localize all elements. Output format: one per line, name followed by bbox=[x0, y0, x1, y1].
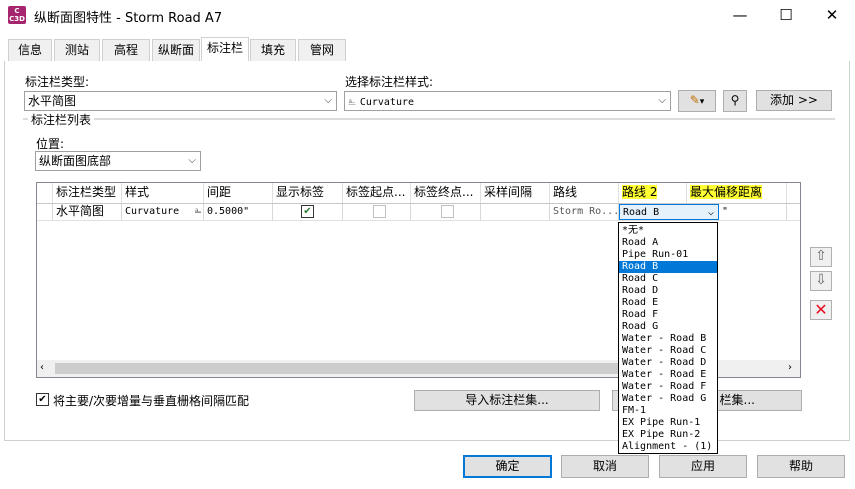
cell-sample[interactable] bbox=[481, 204, 550, 220]
cell-band-type[interactable]: 水平简图 bbox=[53, 204, 122, 220]
import-band-set-button[interactable]: 导入标注栏集... bbox=[414, 390, 600, 411]
dropdown-option[interactable]: Water - Road G bbox=[619, 393, 717, 405]
minimize-button[interactable]: — bbox=[717, 0, 763, 31]
band-style-combo[interactable]: ⎁ Curvature ⌵ bbox=[344, 91, 671, 111]
band-style-label: 选择标注栏样式: bbox=[345, 75, 434, 89]
style-icon: ⎁ bbox=[194, 206, 201, 217]
style-detail-button[interactable]: ⚲ bbox=[723, 90, 747, 112]
dropdown-option[interactable]: FM-1 bbox=[619, 405, 717, 417]
dropdown-option[interactable]: Water - Road D bbox=[619, 357, 717, 369]
cancel-button[interactable]: 取消 bbox=[561, 455, 649, 478]
cell-label-start[interactable] bbox=[343, 204, 411, 220]
dropdown-option[interactable]: Water - Road F bbox=[619, 381, 717, 393]
chevron-down-icon: ⌵ bbox=[188, 155, 196, 166]
location-value: 纵断面图底部 bbox=[39, 154, 112, 168]
dropdown-option[interactable]: Road G bbox=[619, 321, 717, 333]
alignment2-dropdown-list: *无* Road A Pipe Run-01 Road B Road C Roa… bbox=[618, 222, 718, 454]
scroll-left-icon[interactable]: ‹ bbox=[40, 362, 44, 373]
magnifier-pencil-icon: ⚲ bbox=[730, 93, 740, 107]
show-labels-checkbox[interactable]: ✔ bbox=[301, 205, 314, 218]
dropdown-option[interactable]: *无* bbox=[619, 225, 717, 237]
band-type-value: 水平简图 bbox=[28, 94, 77, 108]
close-button[interactable]: ✕ bbox=[809, 0, 855, 31]
tab-elevations[interactable]: 高程 bbox=[102, 39, 150, 62]
dropdown-option[interactable]: Road E bbox=[619, 297, 717, 309]
dropdown-option[interactable]: Water - Road C bbox=[619, 345, 717, 357]
dropdown-option[interactable]: EX Pipe Run-1 bbox=[619, 417, 717, 429]
dropdown-option[interactable]: EX Pipe Run-2 bbox=[619, 429, 717, 441]
grid-header-highlighted[interactable]: 路线 2 bbox=[619, 183, 687, 203]
help-button[interactable]: 帮助 bbox=[757, 455, 845, 478]
chevron-down-icon: ⌵ bbox=[324, 95, 332, 106]
window-title: 纵断面图特性 - Storm Road A7 bbox=[34, 11, 223, 26]
grid-header[interactable]: 样式 bbox=[122, 183, 204, 203]
cell-gap[interactable]: 0.5000" bbox=[204, 204, 273, 220]
grid-header[interactable]: 采样间隔 bbox=[481, 183, 550, 203]
pencil-icon: ✎ bbox=[689, 93, 700, 107]
table-row[interactable]: Curvature ⎁ bbox=[122, 204, 204, 220]
cell-max-offset[interactable]: " bbox=[719, 204, 787, 220]
group-divider bbox=[23, 118, 835, 120]
move-down-icon[interactable]: ⇩ bbox=[810, 271, 832, 291]
app-icon: C C3D bbox=[8, 6, 26, 24]
chevron-down-icon: ⌵ bbox=[658, 95, 666, 106]
cell-alignment[interactable]: Storm Ro... bbox=[550, 204, 619, 220]
label-end-checkbox[interactable] bbox=[441, 205, 454, 218]
tab-pipe-networks[interactable]: 管网 bbox=[298, 39, 346, 62]
grid-header[interactable]: 标签起点... bbox=[343, 183, 411, 203]
dropdown-option[interactable]: Alignment - (1) bbox=[619, 441, 717, 453]
grid-row-header bbox=[37, 183, 53, 203]
tab-profiles[interactable]: 纵断面 bbox=[152, 39, 200, 62]
alignment2-value: Road B bbox=[623, 207, 660, 218]
dropdown-option[interactable]: Water - Road E bbox=[619, 369, 717, 381]
grid-header[interactable]: 间距 bbox=[204, 183, 273, 203]
grid-header-highlighted[interactable]: 最大偏移距离 bbox=[687, 183, 787, 203]
grid-header[interactable]: 标签终点... bbox=[411, 183, 481, 203]
band-list-label: 标注栏列表 bbox=[28, 111, 95, 128]
delete-icon[interactable]: ✕ bbox=[810, 300, 832, 320]
row-selector[interactable] bbox=[37, 204, 53, 220]
band-style-value: Curvature bbox=[359, 97, 415, 108]
tab-stations[interactable]: 测站 bbox=[54, 39, 100, 62]
tab-hatch[interactable]: 填充 bbox=[250, 39, 296, 62]
cell-show-labels[interactable]: ✔ bbox=[273, 204, 343, 220]
dropdown-option[interactable]: Road F bbox=[619, 309, 717, 321]
grid-header[interactable]: 路线 bbox=[550, 183, 619, 203]
title-bar: C C3D 纵断面图特性 - Storm Road A7 — ☐ ✕ bbox=[0, 0, 855, 31]
location-label: 位置: bbox=[36, 137, 65, 151]
cell-style: Curvature bbox=[125, 206, 180, 217]
cell-label-end[interactable] bbox=[411, 204, 481, 220]
band-type-combo[interactable]: 水平简图 ⌵ bbox=[24, 91, 337, 111]
add-band-button[interactable]: 添加 >> bbox=[756, 90, 832, 111]
edit-style-button[interactable]: ✎▾ bbox=[678, 90, 716, 112]
match-grid-checkbox[interactable]: ✔ bbox=[36, 393, 49, 406]
tab-bands[interactable]: 标注栏 bbox=[201, 37, 249, 62]
dropdown-option[interactable]: Water - Road B bbox=[619, 333, 717, 345]
row-divider bbox=[37, 220, 800, 221]
move-up-icon[interactable]: ⇧ bbox=[810, 247, 832, 267]
dropdown-option[interactable]: Road A bbox=[619, 237, 717, 249]
tab-info[interactable]: 信息 bbox=[8, 39, 52, 62]
grid-header[interactable]: 显示标签 bbox=[273, 183, 343, 203]
dropdown-option[interactable]: Road D bbox=[619, 285, 717, 297]
dropdown-option-selected[interactable]: Road B bbox=[619, 261, 717, 273]
scrollbar-thumb[interactable] bbox=[55, 363, 631, 374]
dropdown-option[interactable]: Road C bbox=[619, 273, 717, 285]
band-type-label: 标注栏类型: bbox=[25, 75, 90, 89]
location-combo[interactable]: 纵断面图底部 ⌵ bbox=[35, 151, 201, 171]
scroll-right-icon[interactable]: › bbox=[788, 362, 792, 373]
band-style-icon: ⎁ bbox=[348, 97, 356, 108]
match-grid-label: 将主要/次要增量与垂直栅格间隔匹配 bbox=[53, 394, 250, 408]
maximize-button[interactable]: ☐ bbox=[763, 0, 809, 31]
chevron-down-icon: ▾ bbox=[699, 97, 705, 107]
dropdown-option[interactable]: Pipe Run-01 bbox=[619, 249, 717, 261]
apply-button[interactable]: 应用 bbox=[659, 455, 747, 478]
ok-button[interactable]: 确定 bbox=[463, 455, 552, 478]
label-start-checkbox[interactable] bbox=[373, 205, 386, 218]
alignment2-combo[interactable]: Road B ⌵ bbox=[619, 204, 719, 220]
chevron-down-icon: ⌵ bbox=[707, 207, 714, 218]
grid-header[interactable]: 标注栏类型 bbox=[53, 183, 122, 203]
